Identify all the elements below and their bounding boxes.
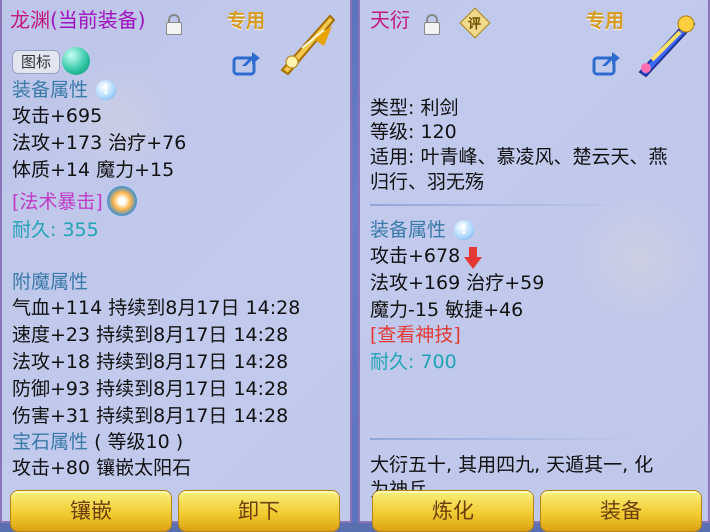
skill-name[interactable]: [法术暴击] xyxy=(12,190,103,214)
divider xyxy=(370,204,630,206)
attr-line: 攻击+695 xyxy=(12,105,103,127)
divider xyxy=(370,438,630,440)
gem-heading-row: 宝石属性 ( 等级10 ) xyxy=(12,430,183,454)
skill-icon[interactable] xyxy=(107,186,137,216)
exclusive-label: 专用 xyxy=(586,10,625,32)
info-line: 等级: 120 xyxy=(370,121,457,143)
attr-line: 法攻+169 治疗+59 xyxy=(370,272,545,294)
item-title: 龙渊(当前装备) xyxy=(10,8,146,32)
equip-attr-heading: 装备属性 xyxy=(370,219,447,241)
compare-equipment-panel: 天衍 评 专用 类型: 利剑 等级: 120 适用: 叶青峰、慕凌风、楚云天、燕… xyxy=(358,0,710,532)
item-name: 龙渊 xyxy=(10,8,50,32)
info-icon[interactable]: ! xyxy=(96,80,116,100)
unequip-button[interactable]: 卸下 xyxy=(178,490,340,532)
view-skill-link[interactable]: [查看神技] xyxy=(370,323,461,347)
attr-value: 攻击+678 xyxy=(370,245,461,267)
item-name: 天衍 xyxy=(370,8,410,32)
attr-line: 法攻+173 治疗+76 xyxy=(12,132,187,154)
share-icon[interactable] xyxy=(592,50,622,76)
rate-label: 评 xyxy=(468,17,482,32)
attr-line: 魔力-15 敏捷+46 xyxy=(370,299,524,321)
attr-line: 体质+14 魔力+15 xyxy=(12,159,175,181)
enchant-line: 气血+114 持续到8月17日 14:28 xyxy=(12,297,301,319)
equip-attr-heading: 装备属性 xyxy=(12,79,89,101)
arrow-down-icon xyxy=(464,247,482,269)
orb-icon[interactable] xyxy=(62,47,90,75)
enchant-line: 速度+23 持续到8月17日 14:28 xyxy=(12,324,289,346)
inlay-button[interactable]: 镶嵌 xyxy=(10,490,172,532)
enchant-line: 伤害+31 持续到8月17日 14:28 xyxy=(12,405,289,427)
info-line: 类型: 利剑 xyxy=(370,97,459,119)
attr-line: 攻击+678 xyxy=(370,244,460,268)
current-equipment-panel: 龙渊(当前装备) 专用 图标 装备属性 ! 攻击+695 法攻+173 治疗+7… xyxy=(0,0,352,532)
enchant-line: 防御+93 持续到8月17日 14:28 xyxy=(12,378,289,400)
gem-heading: 宝石属性 xyxy=(12,431,89,453)
durability: 耐久: 700 xyxy=(370,351,457,373)
enchant-heading: 附魔属性 xyxy=(12,271,89,293)
gem-line: 攻击+80 镶嵌太阳石 xyxy=(12,457,192,479)
share-icon[interactable] xyxy=(232,50,262,76)
info-line: 适用: 叶青峰、慕凌风、楚云天、燕 xyxy=(370,146,668,168)
info-line: 归行、羽无殇 xyxy=(370,171,485,193)
current-equipped-tag: (当前装备) xyxy=(50,8,146,32)
gem-level: ( 等级10 ) xyxy=(94,431,184,453)
exclusive-label: 专用 xyxy=(227,10,266,32)
flavor-text: 大衍五十, 其用四九, 天遁其一, 化 xyxy=(370,454,654,476)
icon-badge[interactable]: 图标 xyxy=(12,50,61,74)
weapon-icon xyxy=(280,14,336,76)
durability: 耐久: 355 xyxy=(12,219,99,241)
refine-button[interactable]: 炼化 xyxy=(372,490,534,532)
lock-icon[interactable] xyxy=(166,14,182,35)
info-icon[interactable]: ! xyxy=(454,220,474,240)
equip-button[interactable]: 装备 xyxy=(540,490,702,532)
weapon-icon xyxy=(638,15,696,78)
enchant-line: 法攻+18 持续到8月17日 14:28 xyxy=(12,351,289,373)
lock-icon[interactable] xyxy=(424,14,440,35)
